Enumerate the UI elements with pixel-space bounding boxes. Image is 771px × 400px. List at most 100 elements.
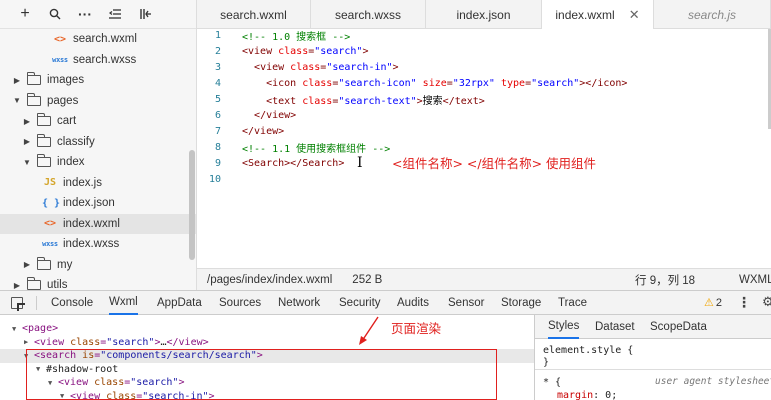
chevron-right-icon[interactable]: ▶ [12,281,22,290]
explorer-scrollbar[interactable] [189,150,195,260]
devtools-tab-trace[interactable]: Trace [558,291,587,315]
dom-token: </view> [166,336,209,348]
code-line: 8 <!-- 1.1 使用搜索框组件 --> [197,140,390,156]
folder-icon [36,256,51,270]
universal-selector-rule[interactable]: * { [543,377,561,388]
editor-tab[interactable]: search.js [654,0,771,29]
search-icon[interactable] [40,3,70,25]
status-language[interactable]: WXML [739,274,771,286]
chevron-right-icon[interactable]: ▶ [22,137,32,146]
code-line: 9 <Search></Search> [197,156,344,172]
line-number: 10 [208,174,221,186]
tree-item[interactable]: ▶ images [0,70,196,91]
devtools-tab-appdata[interactable]: AppData [157,291,202,315]
tree-item[interactable]: { } index.json [0,193,196,214]
inspect-element-icon[interactable] [11,297,23,309]
close-icon[interactable]: ✕ [629,7,640,23]
plus-icon[interactable]: + [10,3,40,25]
code-line: 6 </view> [197,108,296,124]
tab-label: search.wxss [334,7,402,22]
wxss-file-icon: wxss [42,240,58,249]
tree-item[interactable]: ▼ index [0,152,196,173]
code-editor[interactable]: I <组件名称> </组件名称> 使用组件 1 <!-- 1.0 搜索框 --> 2… [197,29,771,268]
collapse-icon[interactable] [100,3,130,25]
tree-item[interactable]: ▶ cart [0,111,196,132]
chevron-down-icon[interactable]: ▼ [12,96,22,105]
tab-label: index.wxml [555,7,615,22]
warning-counter[interactable]: ⚠ 2 [704,296,722,310]
dom-node[interactable]: ▼ <page> [0,322,534,336]
devtools-tab-console[interactable]: Console [51,291,93,315]
settings-icon[interactable]: ⚙ [762,294,771,310]
styles-tab-scopedata[interactable]: ScopeData [650,315,707,339]
editor-tab[interactable]: search.wxml [197,0,311,29]
tree-item[interactable]: ▶ classify [0,132,196,153]
tree-item-label: pages [47,94,79,107]
margin-declaration[interactable]: margin: 0; [557,390,617,400]
dom-annotation: 页面渲染 [391,322,442,336]
dom-node[interactable]: ▶ <view class = "search" >… </view> [0,336,534,350]
code-line: 5 <text class="search-text">搜索</text> [197,91,485,107]
tree-item-label: index.wxss [63,238,120,251]
chevron-right-icon[interactable]: ▶ [22,117,32,126]
styles-panel: Styles Dataset ScopeData element.style { }… [534,315,771,400]
tree-item[interactable]: wxss search.wxss [0,50,196,71]
styles-tab-dataset[interactable]: Dataset [595,315,635,339]
tree-item[interactable]: <> search.wxml [0,29,196,50]
editor-tab[interactable]: index.wxml ✕ [542,0,654,29]
code-text: <view class="search"> [229,46,368,57]
devtools-tab-wxml[interactable]: Wxml [109,291,138,315]
folder-open-icon [36,154,51,168]
tree-item-label: index.json [63,197,115,210]
line-number: 6 [214,110,221,121]
devtools-tab-network[interactable]: Network [278,291,320,315]
code-text: <icon class="search-icon" size="32rpx" t… [229,78,627,89]
folder-open-icon [26,92,41,106]
toolbar-divider [36,296,37,310]
tree-item[interactable]: wxss index.wxss [0,234,196,255]
chevron-down-icon[interactable]: ▼ [22,158,32,167]
file-explorer: + ··· <> search.wxml wxss search.wxss ▶ image… [0,0,197,291]
code-token: class [278,45,309,57]
status-cursor-position[interactable]: 行 9，列 18 [635,272,695,288]
tree-item[interactable]: JS index.js [0,173,196,194]
tree-item-label: index.wxml [63,217,120,230]
highlight-box [26,349,497,400]
tree-item-label: classify [57,135,95,148]
code-token: size [422,77,447,89]
code-line: 7 </view> [197,124,284,140]
more-icon[interactable]: ··· [70,3,100,25]
code-token: </view> [254,110,297,121]
code-token: "search" [314,45,363,57]
split-icon[interactable] [130,3,160,25]
code-token: type [500,77,526,89]
status-file-path: /pages/index/index.wxml [207,273,333,286]
styles-tab-styles[interactable]: Styles [548,315,580,339]
element-style-rule[interactable]: element.style { [543,345,633,356]
devtools-tab-audits[interactable]: Audits [397,291,429,315]
code-line: 2 <view class="search"> [197,43,369,59]
editor-tab[interactable]: search.wxss [311,0,426,29]
chevron-right-icon[interactable]: ▶ [24,338,34,346]
tree-item-label: images [47,74,85,87]
editor-tab[interactable]: index.json [426,0,542,29]
tree-item[interactable]: ▼ pages [0,91,196,112]
chevron-right-icon[interactable]: ▶ [12,76,22,85]
code-token: class [302,77,333,89]
devtools-tab-security[interactable]: Security [339,291,381,315]
tree-item[interactable]: <> index.wxml [0,213,196,234]
dom-token: <view [34,336,71,348]
devtools-tab-sensor[interactable]: Sensor [448,291,484,315]
chevron-right-icon[interactable]: ▶ [22,260,32,269]
code-text: <!-- 1.0 搜索框 --> [229,28,350,43]
code-token: <view [242,45,279,57]
editor-annotation: <组件名称> </组件名称> 使用组件 [392,156,597,171]
chevron-down-icon[interactable]: ▼ [12,325,22,333]
arrow-icon [359,316,379,345]
devtools-menu-icon[interactable]: ⋮ [737,294,751,311]
devtools-tab-sources[interactable]: Sources [219,291,261,315]
devtools-tab-storage[interactable]: Storage [501,291,541,315]
tree-item[interactable]: ▶ my [0,255,196,276]
